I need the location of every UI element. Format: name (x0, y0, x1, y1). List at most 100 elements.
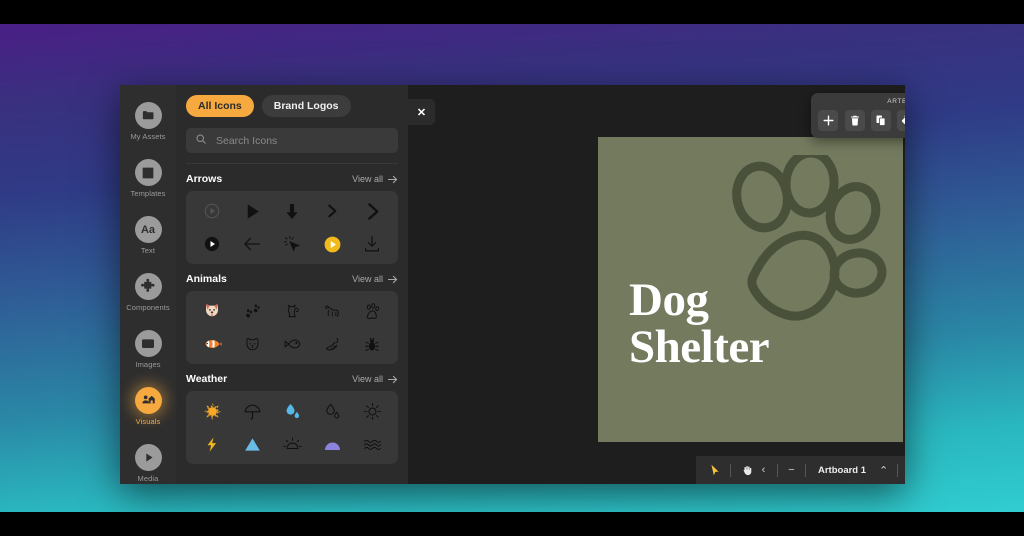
section-title: Arrows (186, 173, 223, 185)
artboard-list-button[interactable]: ⌃ (875, 461, 892, 479)
nav-separator (777, 463, 778, 477)
section-title: Weather (186, 373, 228, 385)
sidebar-item-templates[interactable]: Templates (120, 150, 176, 207)
image-icon (134, 330, 162, 357)
download-icon[interactable] (352, 231, 392, 257)
dog-face-color-icon[interactable] (192, 298, 232, 324)
play-circle-filled-icon[interactable] (192, 231, 232, 257)
paw-outline-icon[interactable] (352, 298, 392, 324)
duplicate-button[interactable] (871, 110, 892, 131)
cat-sitting-icon[interactable] (272, 298, 312, 324)
search-icon (195, 132, 207, 150)
umbrella-icon[interactable] (232, 398, 272, 424)
arrow-left-icon[interactable] (232, 231, 272, 257)
view-all-animals-link[interactable]: View all (352, 274, 398, 284)
hand-tool[interactable] (738, 460, 755, 480)
panel-divider (186, 163, 398, 164)
section-animals: Animals View all (186, 273, 398, 364)
plus-icon (823, 115, 834, 126)
sidebar-item-label: Templates (130, 189, 166, 198)
waves-icon[interactable] (352, 431, 392, 457)
close-panel-button[interactable]: ✕ (408, 99, 435, 125)
water-drops-blue-icon[interactable] (272, 398, 312, 424)
sidebar-item-visuals[interactable]: Visuals (120, 378, 176, 435)
tab-all-icons[interactable]: All Icons (186, 95, 254, 117)
arrow-down-icon[interactable] (272, 198, 312, 224)
lightning-bolt-icon[interactable] (192, 431, 232, 457)
semicircle-purple-icon[interactable] (312, 431, 352, 457)
text-aa-icon: Aa (134, 216, 162, 243)
fish-icon[interactable] (272, 331, 312, 357)
artboard-dog-shelter[interactable]: Dog Shelter (598, 137, 903, 442)
sun-filled-icon[interactable] (192, 398, 232, 424)
play-triangle-icon[interactable] (232, 198, 272, 224)
water-drops-outline-icon[interactable] (312, 398, 352, 424)
search-icons-field[interactable] (186, 128, 398, 153)
sun-rays-icon[interactable] (272, 431, 312, 457)
sidebar-item-label: Visuals (135, 417, 161, 426)
sidebar-item-components[interactable]: Components (120, 264, 176, 321)
section-header: Weather View all (186, 373, 398, 385)
delete-button[interactable] (844, 110, 865, 131)
trash-icon (850, 115, 859, 126)
add-button[interactable] (818, 110, 839, 131)
fill-color-button[interactable] (897, 110, 905, 131)
play-circle-yellow-icon[interactable] (312, 231, 352, 257)
sidebar-item-images[interactable]: Images (120, 321, 176, 378)
cursor-click-icon[interactable] (272, 231, 312, 257)
animals-icon-grid (186, 291, 398, 364)
sidebar-item-label: Media (137, 474, 159, 483)
section-title: Animals (186, 273, 227, 285)
icon-library-panel: All Icons Brand Logos Arrows View all (176, 85, 408, 484)
artboard-title-line2: Shelter (629, 320, 770, 373)
artboard-name-label[interactable]: Artboard 1 (811, 465, 873, 476)
play-circle-outline-icon[interactable] (192, 198, 232, 224)
puzzle-icon (134, 273, 162, 300)
arrows-icon-grid (186, 191, 398, 264)
chevron-right-icon[interactable] (312, 198, 352, 224)
arrow-right-icon (387, 275, 398, 283)
zoom-out-button[interactable]: − (783, 461, 800, 479)
section-arrows: Arrows View all (186, 173, 398, 264)
view-all-label: View all (352, 374, 383, 384)
sidebar-item-label: My Assets (130, 132, 166, 141)
view-all-weather-link[interactable]: View all (352, 374, 398, 384)
sun-outline-icon[interactable] (352, 398, 392, 424)
grid-icon (134, 159, 162, 186)
artboard-floating-toolbar: ARTBOARD 1 (811, 93, 905, 138)
paw-prints-icon[interactable] (232, 298, 272, 324)
artboard-title: Dog Shelter (629, 274, 770, 373)
play-circle-icon (134, 444, 162, 471)
left-nav-rail: My Assets Templates Aa Text Components I… (120, 85, 176, 484)
cursor-arrow-icon (710, 464, 719, 475)
canvas-bottom-bar: ‹ − Artboard 1 ⌃ + › (696, 456, 905, 484)
bottom-tools (696, 460, 755, 480)
arrow-right-icon (387, 175, 398, 183)
hand-icon (743, 465, 751, 475)
dog-standing-icon[interactable] (312, 298, 352, 324)
sidebar-item-media[interactable]: Media (120, 435, 176, 484)
view-all-arrows-link[interactable]: View all (352, 174, 398, 184)
bug-icon[interactable] (352, 331, 392, 357)
zoom-in-button[interactable]: + (903, 461, 905, 479)
dog-face-outline-icon[interactable] (232, 331, 272, 357)
search-input[interactable] (216, 134, 389, 147)
artboard-title-line1: Dog (629, 274, 709, 326)
triangle-blue-icon[interactable] (232, 431, 272, 457)
sidebar-item-my-assets[interactable]: My Assets (120, 93, 176, 150)
chevron-right-large-icon[interactable] (352, 198, 392, 224)
toolbar-buttons (818, 110, 905, 131)
prev-artboard-button[interactable]: ‹ (755, 461, 772, 479)
panel-tabs: All Icons Brand Logos (186, 95, 398, 117)
bird-icon[interactable] (312, 331, 352, 357)
sidebar-item-text[interactable]: Aa Text (120, 207, 176, 264)
select-tool[interactable] (706, 460, 723, 480)
folder-icon (134, 102, 162, 129)
tool-separator (730, 463, 731, 477)
design-app-window: My Assets Templates Aa Text Components I… (120, 85, 905, 484)
toolbar-title: ARTBOARD 1 (887, 98, 905, 105)
tab-brand-logos[interactable]: Brand Logos (261, 95, 351, 117)
view-all-label: View all (352, 174, 383, 184)
clownfish-icon[interactable] (192, 331, 232, 357)
design-canvas[interactable]: ARTBOARD 1 (408, 85, 905, 484)
